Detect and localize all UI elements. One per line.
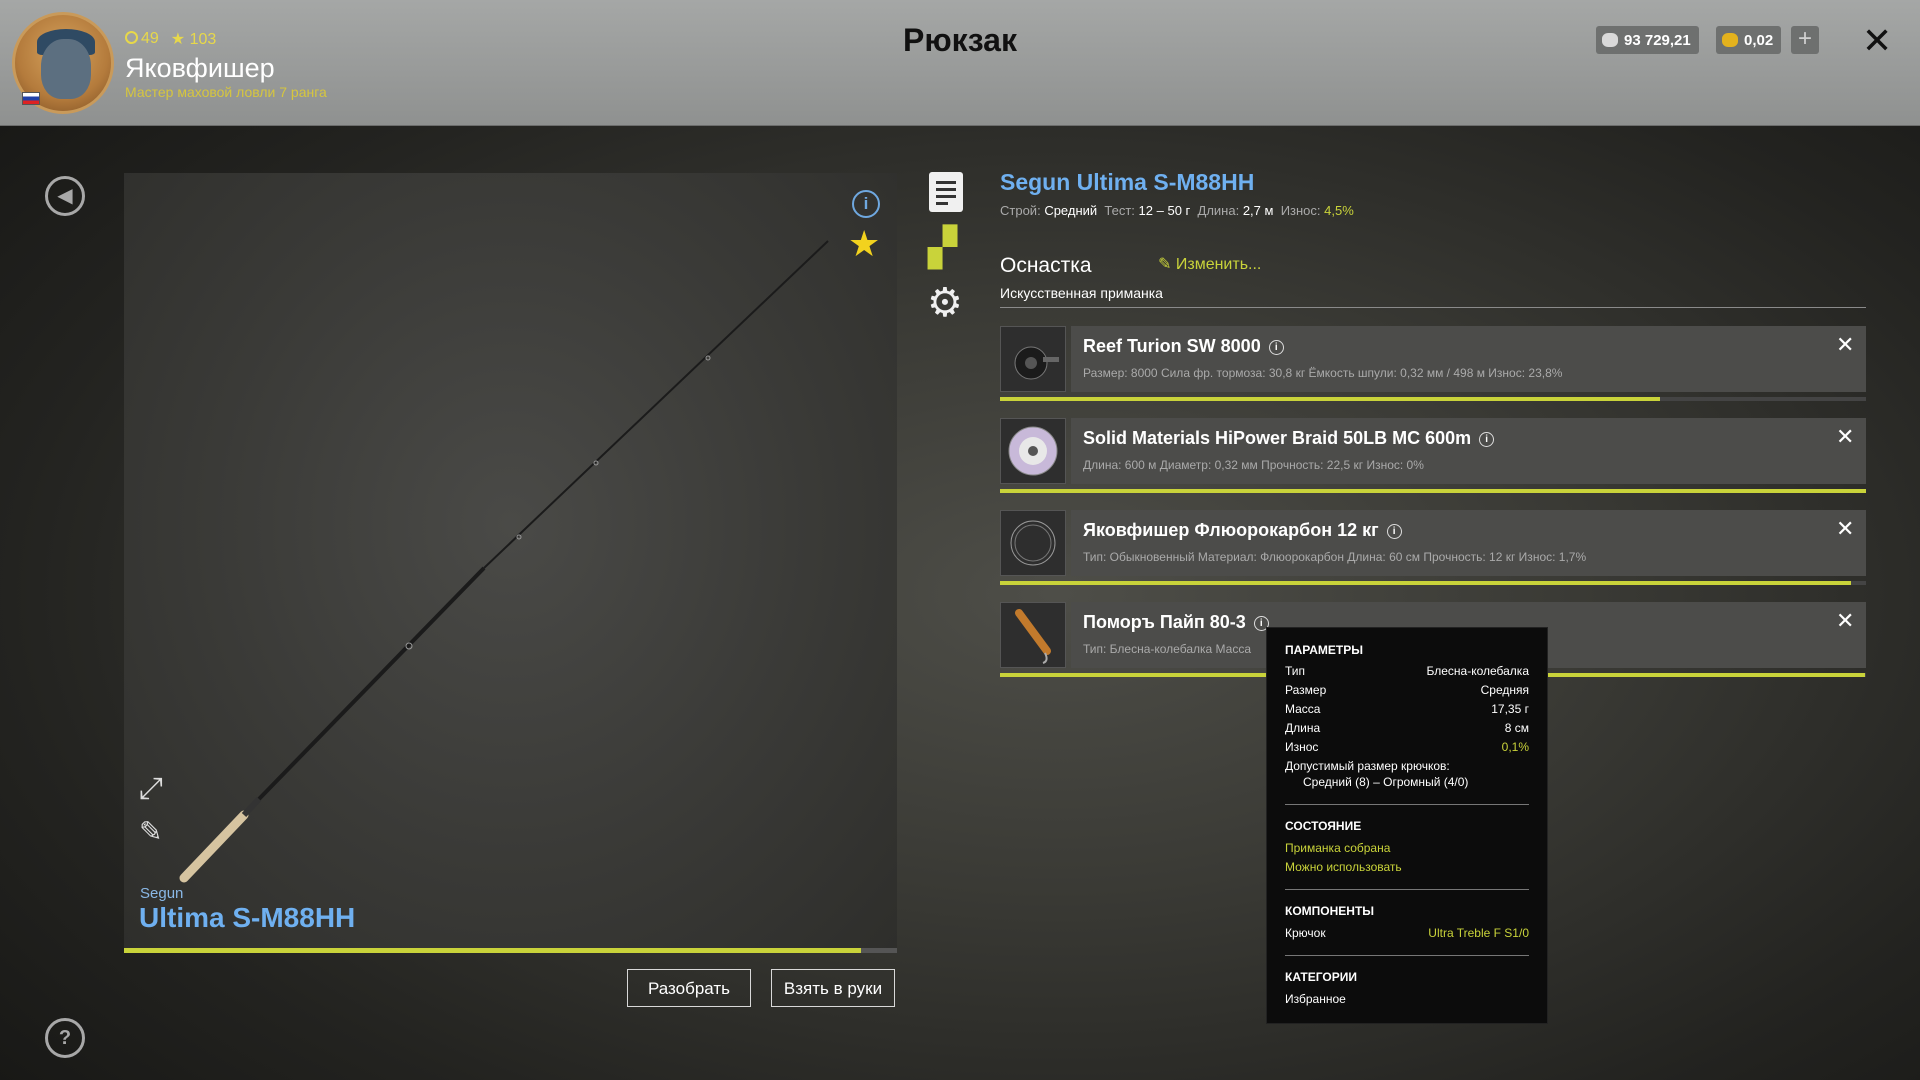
back-icon[interactable]: ◀ bbox=[45, 176, 85, 216]
remove-slot-button[interactable]: ✕ bbox=[1836, 332, 1854, 358]
info-icon[interactable]: i bbox=[1268, 340, 1284, 355]
top-bar bbox=[0, 0, 1920, 126]
gold-currency: 0,02 bbox=[1716, 26, 1782, 54]
silver-value: 93 729,21 bbox=[1624, 31, 1691, 49]
russia-flag-icon bbox=[22, 92, 40, 105]
stat-label: Строй: bbox=[1000, 203, 1041, 218]
tooltip-categories-title: КАТЕГОРИИ bbox=[1285, 970, 1357, 984]
silver-coin-icon bbox=[1602, 33, 1618, 47]
tooltip-param-label: Размер bbox=[1285, 683, 1327, 697]
tooltip-param-value: 8 см bbox=[1504, 721, 1529, 735]
item-stats: Строй: Средний Тест: 12 – 50 г Длина: 2,… bbox=[1000, 203, 1354, 218]
item-title: Segun Ultima S-M88HH bbox=[1000, 169, 1255, 195]
take-in-hands-button[interactable]: Взять в руки bbox=[771, 969, 895, 1007]
tackle-title: Оснастка bbox=[1000, 254, 1092, 277]
slot-name-text: Поморъ Пайп 80-3 bbox=[1083, 612, 1246, 632]
help-icon[interactable]: ? bbox=[45, 1018, 85, 1058]
slot-condition-fill bbox=[1000, 581, 1851, 585]
item-preview-panel bbox=[124, 173, 897, 953]
tooltip-param-value: 0,1% bbox=[1501, 740, 1529, 754]
gold-coin-icon bbox=[1722, 33, 1738, 47]
add-currency-button[interactable]: + bbox=[1791, 26, 1819, 54]
slot-name-text: Яковфишер Флюорокарбон 12 кг bbox=[1083, 520, 1379, 540]
stat-value: 4,5% bbox=[1324, 203, 1354, 218]
stat-value: Средний bbox=[1044, 203, 1098, 218]
slot-name: Яковфишер Флюорокарбон 12 кг i bbox=[1083, 520, 1402, 541]
tooltip-component-value: Ultra Treble F S1/0 bbox=[1428, 926, 1529, 940]
tooltip-divider bbox=[1285, 955, 1529, 956]
tooltip-params-title: ПАРАМЕТРЫ bbox=[1285, 643, 1363, 657]
lure-tooltip: ПАРАМЕТРЫ Тип Блесна-колебалка Размер Ср… bbox=[1266, 627, 1548, 1024]
info-icon[interactable]: i bbox=[1386, 524, 1402, 539]
reel-thumbnail[interactable] bbox=[1000, 326, 1066, 392]
tooltip-state-title: СОСТОЯНИЕ bbox=[1285, 819, 1362, 833]
remove-slot-button[interactable]: ✕ bbox=[1836, 424, 1854, 450]
tooltip-state: Приманка собрана bbox=[1285, 841, 1391, 855]
stat-label: Износ: bbox=[1280, 203, 1321, 218]
tooltip-state: Можно использовать bbox=[1285, 860, 1402, 874]
tooltip-hook-size-value: Средний (8) – Огромный (4/0) bbox=[1303, 775, 1469, 789]
tooltip-components-title: КОМПОНЕНТЫ bbox=[1285, 904, 1375, 918]
edit-icon: ✎ bbox=[1158, 256, 1172, 273]
stat-value: 12 – 50 г bbox=[1138, 203, 1191, 218]
stat-label: Тест: bbox=[1104, 203, 1135, 218]
rod-model: Ultima S-M88HH bbox=[139, 902, 356, 933]
tooltip-divider bbox=[1285, 804, 1529, 805]
silver-currency: 93 729,21 bbox=[1596, 26, 1699, 54]
disassemble-button[interactable]: Разобрать bbox=[627, 969, 751, 1007]
tooltip-param-label: Длина bbox=[1285, 721, 1321, 735]
slot-name: Reef Turion SW 8000 i bbox=[1083, 336, 1284, 357]
slot-name-text: Reef Turion SW 8000 bbox=[1083, 336, 1261, 356]
lure-thumbnail[interactable] bbox=[1000, 602, 1066, 668]
edit-tackle-link[interactable]: ✎ Изменить... bbox=[1158, 254, 1261, 274]
slot-name-text: Solid Materials HiPower Braid 50LB MC 60… bbox=[1083, 428, 1472, 448]
slot-stats: Тип: Обыкновенный Материал: Флюорокарбон… bbox=[1083, 550, 1587, 564]
remove-slot-button[interactable]: ✕ bbox=[1836, 608, 1854, 634]
rod-brand: Segun bbox=[140, 885, 184, 902]
player-rank: Мастер маховой ловли 7 ранга bbox=[125, 84, 327, 100]
tooltip-hook-size-label: Допустимый размер крючков: bbox=[1285, 759, 1450, 773]
edit-label: Изменить... bbox=[1175, 256, 1262, 273]
gold-value: 0,02 bbox=[1744, 31, 1774, 49]
tooltip-param-value: Средняя bbox=[1480, 683, 1529, 697]
info-icon[interactable]: i bbox=[852, 190, 880, 218]
slot-stats: Размер: 8000 Сила фр. тормоза: 30,8 кг Ё… bbox=[1083, 366, 1563, 380]
info-icon[interactable]: i bbox=[1479, 432, 1495, 447]
slot-name: Поморъ Пайп 80-3 i bbox=[1083, 612, 1269, 633]
document-icon[interactable] bbox=[929, 172, 963, 212]
tooltip-param-label: Износ bbox=[1285, 740, 1319, 754]
stat-value: 2,7 м bbox=[1242, 203, 1274, 218]
expand-icon[interactable]: ⤢ bbox=[139, 772, 163, 806]
paint-brush-icon[interactable]: ✎ bbox=[139, 815, 162, 848]
tackle-subtitle: Искусственная приманка bbox=[1000, 285, 1163, 301]
leader-thumbnail[interactable] bbox=[1000, 510, 1066, 576]
gear-icon[interactable]: ⚙ bbox=[927, 283, 963, 323]
favorite-star-icon[interactable]: ★ bbox=[848, 226, 880, 262]
slot-stats: Тип: Блесна-колебалка Масса bbox=[1083, 642, 1251, 656]
tooltip-divider bbox=[1285, 889, 1529, 890]
slot-stats: Длина: 600 м Диаметр: 0,32 мм Прочность:… bbox=[1083, 458, 1424, 472]
line-thumbnail[interactable] bbox=[1000, 418, 1066, 484]
stat-label: Длина: bbox=[1197, 203, 1240, 218]
slot-condition-fill bbox=[1000, 489, 1866, 493]
remove-slot-button[interactable]: ✕ bbox=[1836, 516, 1854, 542]
rod-wear-fill bbox=[124, 948, 861, 953]
tooltip-component-label: Крючок bbox=[1285, 926, 1326, 940]
puzzle-icon[interactable]: ▞ bbox=[928, 228, 957, 268]
close-button[interactable]: ✕ bbox=[1862, 20, 1892, 62]
divider bbox=[1000, 307, 1866, 308]
slot-condition-fill bbox=[1000, 397, 1660, 401]
tooltip-param-value: Блесна-колебалка bbox=[1426, 664, 1529, 678]
slot-name: Solid Materials HiPower Braid 50LB MC 60… bbox=[1083, 428, 1495, 449]
tooltip-param-value: 17,35 г bbox=[1491, 702, 1529, 716]
rod-image bbox=[179, 240, 829, 883]
tooltip-param-label: Масса bbox=[1285, 702, 1321, 716]
tooltip-param-label: Тип bbox=[1285, 664, 1306, 678]
tooltip-category: Избранное bbox=[1285, 992, 1346, 1006]
